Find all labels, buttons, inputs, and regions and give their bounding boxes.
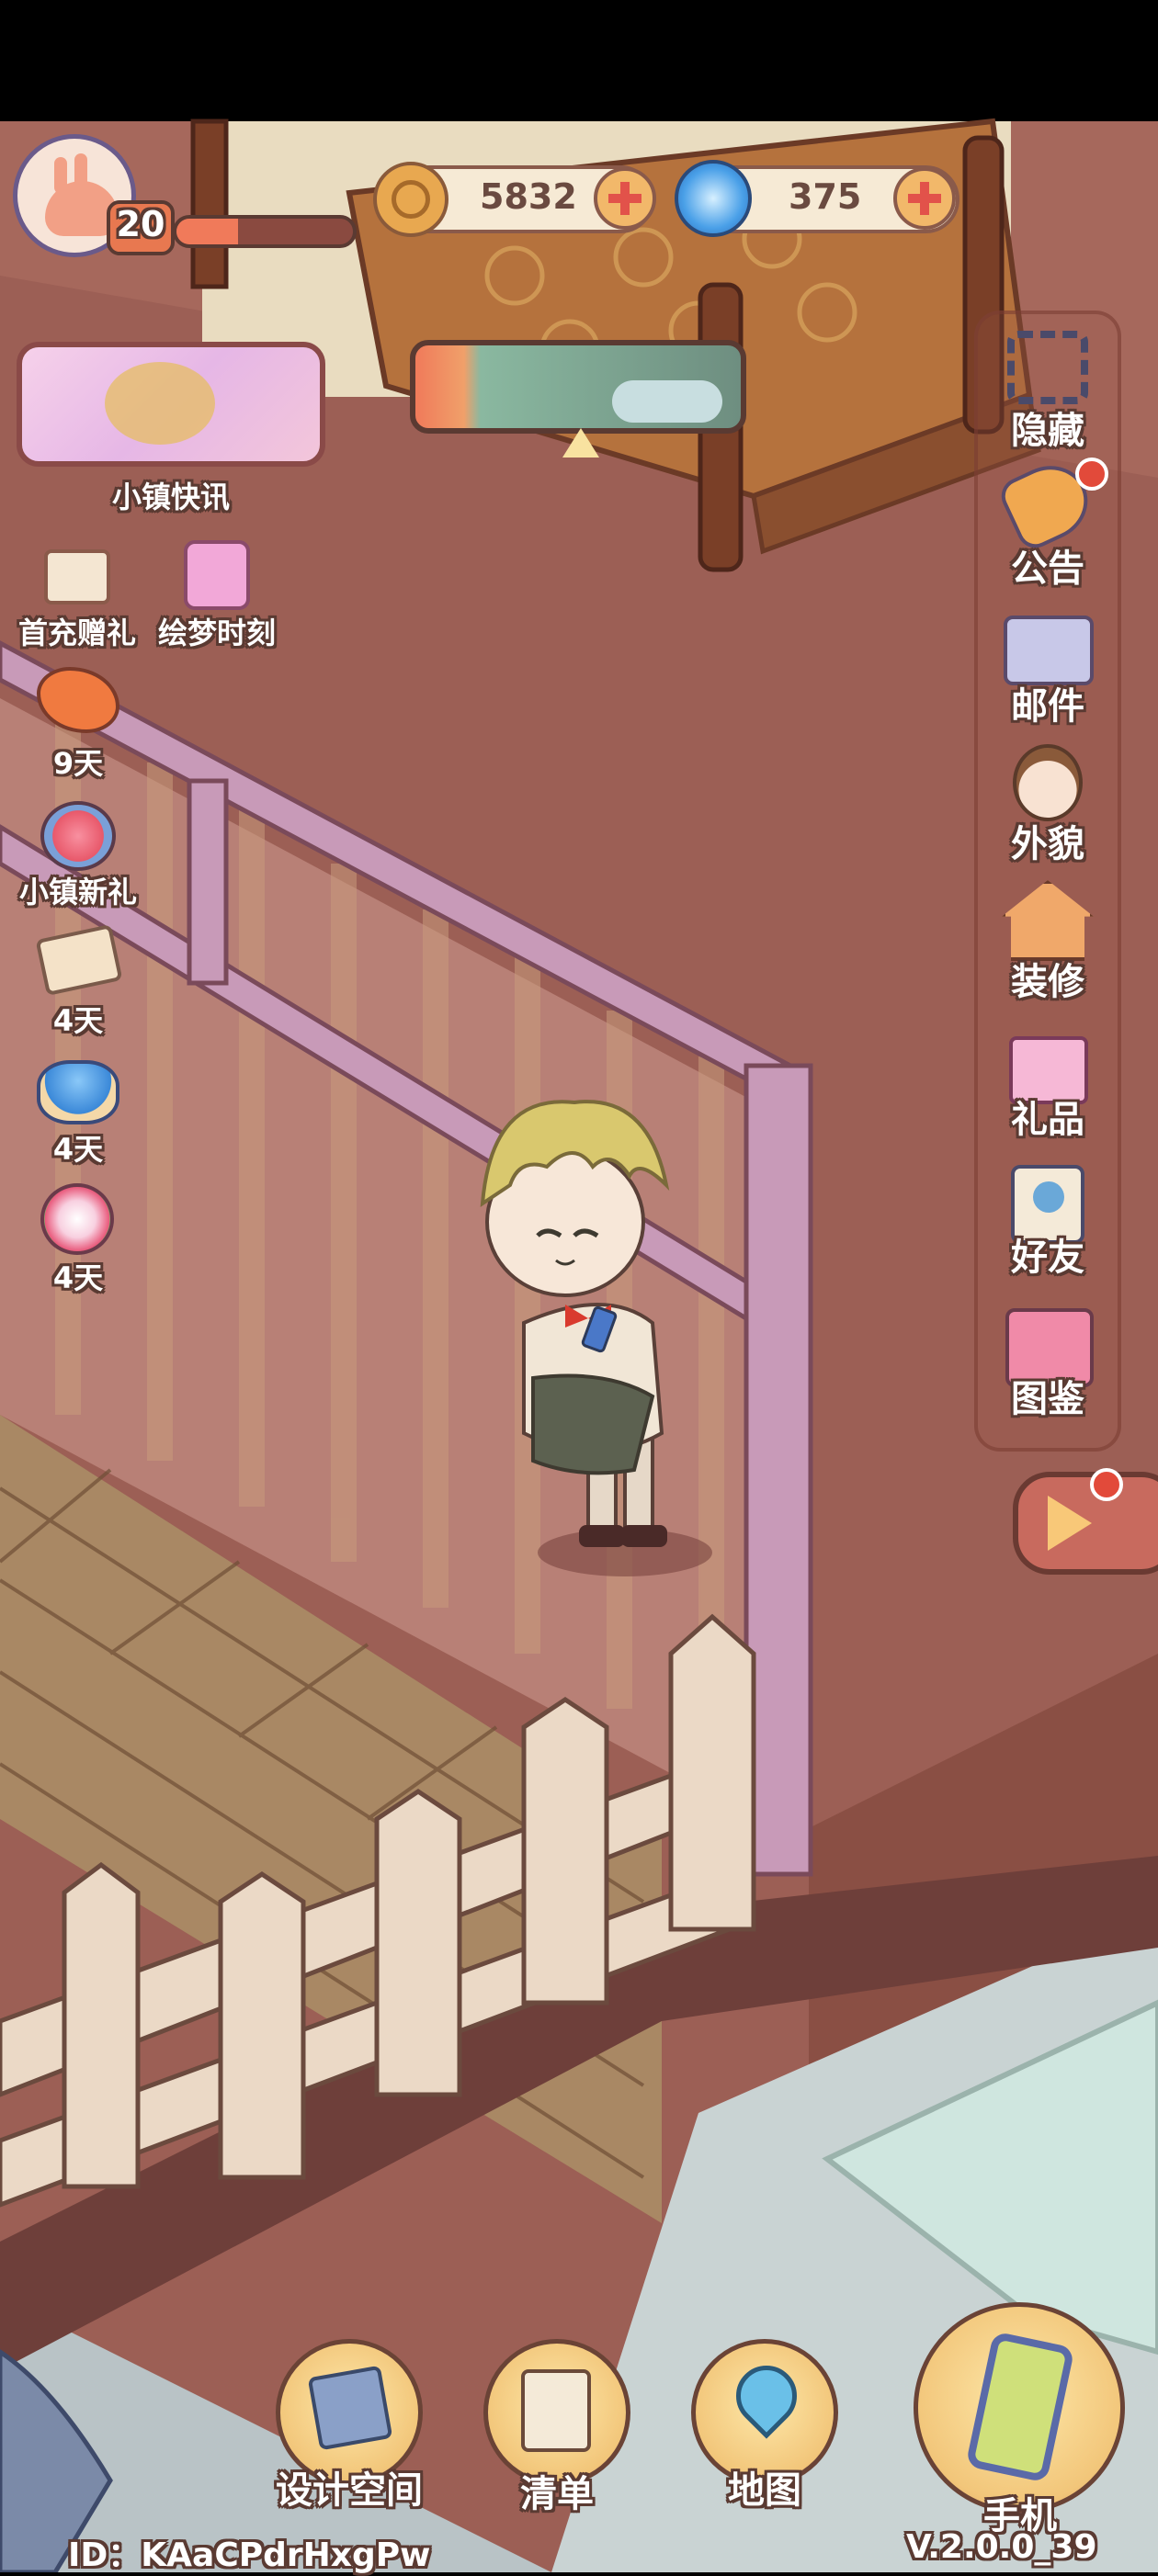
- rose-envelope-icon: [40, 801, 116, 871]
- phoenix-event-button[interactable]: [28, 660, 129, 742]
- map-label: 地图: [728, 2469, 801, 2512]
- gem-amount: 375: [789, 176, 862, 217]
- version-text: V.2.0.0_39: [906, 2528, 1097, 2566]
- gift-book-icon: [44, 549, 110, 604]
- player-level: 20: [116, 204, 165, 244]
- announcement-badge: [1075, 458, 1108, 491]
- design-space-label: 设计空间: [276, 2469, 423, 2512]
- player-id-text: ID：KAaCPdrHxgPw: [68, 2536, 431, 2574]
- map-pin-icon: [723, 2353, 810, 2439]
- letter-wax-seal-icon: [35, 923, 123, 997]
- town-new-gift-button[interactable]: [28, 794, 129, 876]
- town-news-label: 小镇快讯: [111, 480, 230, 514]
- event-label-4-days-a: 4天: [52, 1003, 104, 1038]
- event-label-9-days: 9天: [52, 746, 104, 781]
- town-news-banner[interactable]: [17, 342, 325, 467]
- event-label-first-recharge: 首充赠礼: [17, 616, 136, 650]
- expand-play-button[interactable]: [1013, 1472, 1158, 1575]
- triangle-indicator-icon: [562, 428, 599, 458]
- design-ruler-icon: [307, 2365, 393, 2451]
- flower-bouquet-icon: [40, 1183, 114, 1255]
- blue-flower-cake-icon: [37, 1060, 119, 1124]
- event-label-town-new-gift: 小镇新礼: [18, 875, 137, 910]
- gold-coin-icon: [373, 162, 448, 237]
- event-label-4-days-c: 4天: [52, 1260, 104, 1295]
- menu-label-friends: 好友: [1011, 1237, 1084, 1279]
- experience-bar-fill: [176, 219, 239, 244]
- mobile-phone-button[interactable]: [914, 2302, 1125, 2514]
- checklist-label: 清单: [520, 2473, 594, 2515]
- pink-bow-gift-icon: [184, 540, 250, 610]
- add-gold-button[interactable]: [594, 167, 656, 230]
- character-face-icon: [1013, 744, 1083, 821]
- play-arrow-icon: [1048, 1496, 1092, 1551]
- menu-label-hide: 隐藏: [1011, 410, 1084, 452]
- menu-label-gifts: 礼品: [1011, 1099, 1084, 1141]
- menu-label-appearance: 外貌: [1011, 823, 1084, 865]
- menu-label-decorate: 装修: [1011, 961, 1084, 1003]
- first-recharge-gift-button[interactable]: [31, 544, 123, 617]
- gold-amount: 5832: [480, 176, 577, 217]
- add-gem-button[interactable]: [893, 167, 956, 230]
- menu-label-announcement: 公告: [1011, 548, 1084, 590]
- mail-envelope-icon: [1004, 616, 1094, 685]
- phoenix-event-icon: [37, 667, 119, 733]
- weather-banner[interactable]: [410, 340, 746, 434]
- house-wrench-icon: [1002, 880, 1094, 961]
- flower-bouquet-event-button[interactable]: [28, 1178, 129, 1259]
- blue-swirl-gem-icon: [675, 160, 752, 237]
- dream-moment-button[interactable]: [171, 529, 263, 617]
- play-button-badge: [1090, 1468, 1123, 1501]
- experience-bar: [173, 215, 357, 248]
- checklist-quill-icon: [521, 2369, 591, 2452]
- letter-event-button[interactable]: [28, 919, 129, 1001]
- menu-label-mail: 邮件: [1011, 685, 1084, 728]
- blue-flower-cake-event-button[interactable]: [28, 1051, 129, 1132]
- event-label-4-days-b: 4天: [52, 1132, 104, 1167]
- menu-label-collection: 图鉴: [1011, 1378, 1084, 1420]
- hide-frame-icon: [1007, 331, 1088, 404]
- event-label-dream-moment: 绘梦时刻: [157, 616, 276, 650]
- mobile-phone-icon: [965, 2331, 1075, 2483]
